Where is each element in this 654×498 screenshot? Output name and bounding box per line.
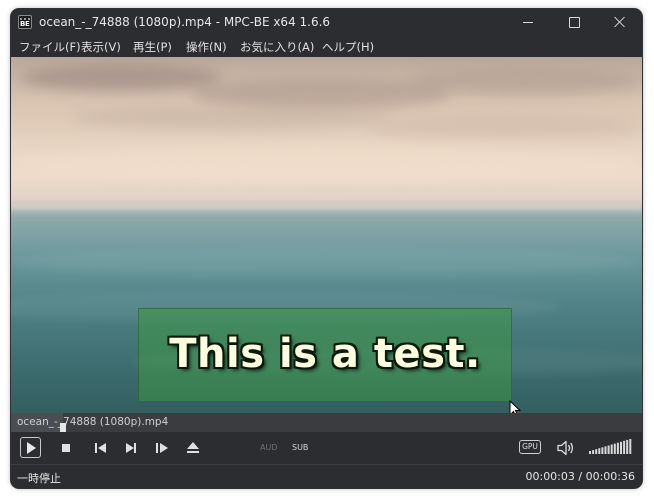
skip-next-button[interactable] [121, 438, 141, 458]
volume-bar [598, 448, 601, 454]
cloud [371, 115, 641, 139]
menu-help[interactable]: ヘルプ(H) [322, 39, 374, 55]
volume-bar [629, 439, 632, 454]
close-icon [614, 16, 626, 28]
volume-bar [601, 447, 604, 454]
speaker-icon[interactable] [557, 440, 575, 456]
volume-bar [616, 442, 619, 454]
gpu-indicator[interactable]: GPU [519, 440, 541, 454]
cloud [21, 65, 221, 91]
mouse-cursor-icon [509, 400, 521, 413]
volume-bar [592, 450, 595, 454]
maximize-button[interactable] [551, 9, 597, 36]
status-bar: 一時停止 00:00:03 / 00:00:36 [11, 464, 642, 488]
subtitle-track-button[interactable]: SUB [292, 443, 308, 452]
menu-file[interactable]: ファイル(F) [19, 39, 81, 55]
play-button[interactable] [20, 437, 41, 458]
app-icon-text: BE [20, 20, 30, 28]
volume-bar [623, 440, 626, 454]
volume-bar [589, 451, 591, 454]
audio-track-button[interactable]: AUD [260, 443, 278, 452]
minimize-button[interactable] [505, 9, 551, 36]
title-bar[interactable]: BE ocean_-_74888 (1080p).mp4 - MPC-BE x6… [11, 9, 642, 36]
horizon [11, 205, 642, 211]
volume-bar [604, 446, 607, 454]
volume-slider[interactable] [589, 438, 633, 454]
menu-play[interactable]: 再生(P) [133, 39, 172, 55]
close-button[interactable] [597, 9, 642, 36]
seek-bar[interactable]: ocean_-_74888 (1080p).mp4 [11, 413, 642, 432]
duration: 00:00:36 [585, 470, 635, 483]
cloud [71, 107, 391, 129]
menu-favorites[interactable]: お気に入り(A) [240, 39, 314, 55]
player-window: BE ocean_-_74888 (1080p).mp4 - MPC-BE x6… [11, 9, 642, 488]
control-bar: AUD SUB GPU [11, 432, 642, 464]
volume-bar [626, 439, 629, 454]
video-area[interactable]: This is a test. [11, 57, 642, 413]
volume-bar [610, 444, 613, 454]
menu-bar: ファイル(F) 表示(V) 再生(P) 操作(N) お気に入り(A) ヘルプ(H… [11, 36, 642, 57]
seek-filename: ocean_-_74888 (1080p).mp4 [17, 416, 169, 428]
time-display: 00:00:03 / 00:00:36 [525, 470, 635, 483]
window-title: ocean_-_74888 (1080p).mp4 - MPC-BE x64 1… [39, 15, 331, 29]
cloud [11, 145, 642, 179]
current-time: 00:00:03 [525, 470, 575, 483]
time-separator: / [574, 470, 586, 483]
volume-bar [595, 449, 598, 454]
subtitle-box: This is a test. [138, 308, 512, 402]
eject-button[interactable] [183, 438, 203, 458]
volume-bar [607, 445, 610, 454]
maximize-icon [569, 17, 580, 28]
stop-button[interactable] [57, 438, 77, 458]
minimize-icon [523, 22, 533, 23]
frame-step-button[interactable] [152, 438, 172, 458]
seek-thumb[interactable] [60, 423, 66, 432]
menu-view[interactable]: 表示(V) [81, 39, 121, 55]
playback-state: 一時停止 [17, 472, 61, 485]
subtitle-text: This is a test. [169, 331, 481, 377]
skip-previous-button[interactable] [91, 438, 111, 458]
volume-bar [613, 443, 616, 454]
water-ripple [11, 247, 642, 277]
menu-navigate[interactable]: 操作(N) [186, 39, 227, 55]
volume-bar [620, 441, 622, 454]
cloud [411, 67, 641, 95]
app-icon[interactable]: BE [18, 15, 32, 29]
